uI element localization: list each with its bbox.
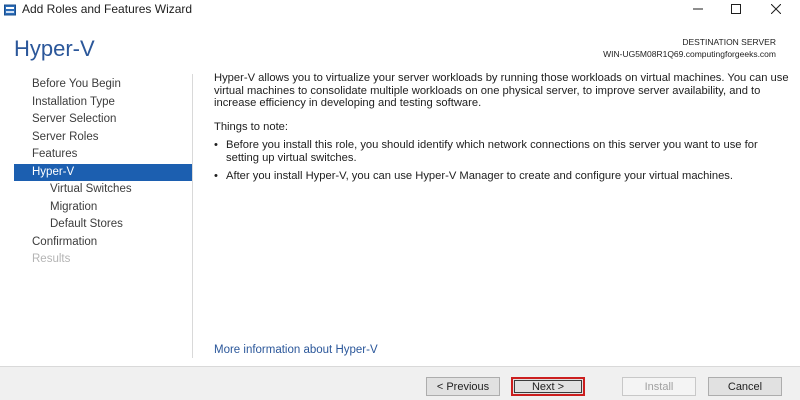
more-info-link[interactable]: More information about Hyper-V [214,344,378,356]
close-button[interactable] [758,0,794,18]
install-button: Install [622,377,696,396]
wizard-nav: Before You Begin Installation Type Serve… [14,76,192,269]
notes-heading: Things to note: [214,120,289,133]
minimize-button[interactable] [680,0,716,18]
minimize-icon [693,8,703,10]
nav-item-default-stores[interactable]: Default Stores [14,216,192,234]
nav-item-installation-type[interactable]: Installation Type [14,94,192,112]
maximize-icon [731,4,741,14]
note-item: After you install Hyper-V, you can use H… [214,170,790,183]
nav-item-server-selection[interactable]: Server Selection [14,111,192,129]
nav-divider [192,74,193,358]
page-title: Hyper-V [14,36,95,61]
nav-item-virtual-switches[interactable]: Virtual Switches [14,181,192,199]
destination-server-label: DESTINATION SERVER [682,37,776,47]
intro-text: Hyper-V allows you to virtualize your se… [214,72,789,109]
destination-server-info: DESTINATION SERVER WIN-UG5M08R1Q69.compu… [603,36,776,60]
destination-server-name: WIN-UG5M08R1Q69.computingforgeeks.com [603,49,776,59]
title-bar[interactable]: Add Roles and Features Wizard [0,0,800,18]
note-item: Before you install this role, you should… [214,139,790,164]
nav-item-before-you-begin[interactable]: Before You Begin [14,76,192,94]
nav-item-features[interactable]: Features [14,146,192,164]
nav-item-server-roles[interactable]: Server Roles [14,129,192,147]
window-title: Add Roles and Features Wizard [22,2,193,16]
maximize-button[interactable] [718,0,754,18]
nav-item-confirmation[interactable]: Confirmation [14,234,192,252]
content-pane: Hyper-V allows you to virtualize your se… [214,72,790,189]
nav-item-hyper-v[interactable]: Hyper-V [14,163,192,181]
cancel-button[interactable]: Cancel [708,377,782,396]
nav-item-results: Results [32,253,71,265]
server-manager-icon [4,3,16,16]
previous-button[interactable]: < Previous [426,377,500,396]
nav-item-migration[interactable]: Migration [14,199,192,217]
next-button[interactable]: Next > [511,377,585,396]
close-icon [771,4,781,14]
